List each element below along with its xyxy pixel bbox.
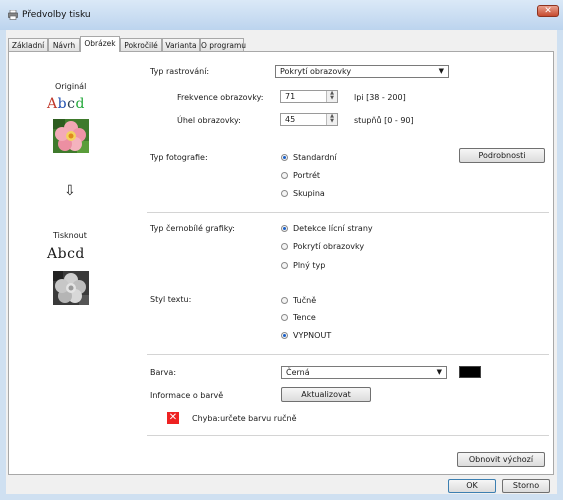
reset-defaults-button[interactable]: Obnovit výchozí — [457, 452, 545, 467]
text-style-radio[interactable] — [281, 314, 288, 321]
arrow-down-icon: ⇩ — [64, 183, 76, 199]
original-sample-text: Abcd — [47, 96, 85, 112]
frequency-stepper[interactable]: 71 ▲ ▼ — [280, 90, 338, 103]
chevron-down-icon: ▼ — [436, 368, 442, 376]
bw-graphics-option-label: Plný typ — [293, 261, 326, 270]
bw-graphics-radio[interactable] — [281, 243, 288, 250]
details-button[interactable]: Podrobnosti — [459, 148, 545, 163]
cancel-button[interactable]: Storno — [502, 479, 550, 493]
error-icon: ✕ — [167, 412, 179, 424]
text-style-option-label: Tence — [293, 313, 316, 322]
tab-varianta[interactable]: Varianta — [162, 38, 200, 51]
close-button[interactable]: ✕ — [537, 5, 559, 17]
divider — [147, 354, 549, 355]
chevron-down-icon: ▼ — [438, 67, 444, 75]
print-label: Tisknout — [53, 231, 87, 240]
tab-o-programu[interactable]: O programu — [200, 38, 246, 51]
photo-type-radio[interactable] — [281, 172, 288, 179]
bw-graphics-radio[interactable] — [281, 225, 288, 232]
title-bar: Předvolby tisku ✕ — [0, 0, 563, 30]
tab-obrazek[interactable]: Obrázek — [80, 36, 120, 52]
angle-stepper[interactable]: 45 ▲ ▼ — [280, 113, 338, 126]
text-style-option-label: VYPNOUT — [293, 331, 332, 340]
divider — [147, 435, 549, 436]
text-style-option-label: Tučně — [293, 296, 317, 305]
flower-color-image — [53, 119, 89, 153]
print-sample-text: Abcd — [47, 246, 85, 262]
bw-graphics-option-label: Detekce lícní strany — [293, 224, 373, 233]
frequency-label: Frekvence obrazovky: — [177, 93, 264, 102]
halftone-select[interactable]: Pokrytí obrazovky ▼ — [275, 65, 449, 78]
printer-icon — [8, 10, 18, 20]
photo-type-label: Typ fotografie: — [150, 153, 208, 162]
bw-graphics-label: Typ černobílé grafiky: — [150, 224, 235, 233]
tab-pokrocile[interactable]: Pokročilé — [120, 38, 162, 51]
angle-label: Úhel obrazovky: — [177, 116, 241, 125]
dialog-body: Základní Návrh Obrázek Pokročilé Variant… — [6, 30, 557, 494]
ok-button[interactable]: OK — [448, 479, 496, 493]
bw-graphics-option-label: Pokrytí obrazovky — [293, 242, 365, 251]
original-label: Originál — [55, 82, 87, 91]
photo-type-option-label: Portrét — [293, 171, 321, 180]
flower-grayscale-image — [53, 271, 89, 305]
bw-graphics-radio[interactable] — [281, 262, 288, 269]
window-title: Předvolby tisku — [22, 10, 91, 20]
spin-arrows-icon[interactable]: ▲ ▼ — [326, 91, 337, 102]
color-label: Barva: — [150, 368, 177, 377]
photo-type-radio[interactable] — [281, 190, 288, 197]
frequency-range: lpi [38 - 200] — [354, 93, 406, 102]
angle-range: stupňů [0 - 90] — [354, 116, 414, 125]
error-message: Chyba:určete barvu ručně — [192, 414, 297, 423]
photo-type-option-label: Skupina — [293, 189, 325, 198]
color-swatch — [459, 366, 481, 378]
photo-type-option-label: Standardní — [293, 153, 337, 162]
halftone-label: Typ rastrování: — [150, 67, 210, 76]
spin-arrows-icon[interactable]: ▲ ▼ — [326, 114, 337, 125]
image-settings-panel: Originál Abcd ⇩ Tisknout Abcd Typ rastro… — [8, 51, 554, 475]
color-info-label: Informace o barvě — [150, 391, 224, 400]
text-style-radio[interactable] — [281, 332, 288, 339]
color-select[interactable]: Černá ▼ — [281, 366, 447, 379]
text-style-radio[interactable] — [281, 297, 288, 304]
photo-type-radio[interactable] — [281, 154, 288, 161]
update-button[interactable]: Aktualizovat — [281, 387, 371, 402]
tab-zakladni[interactable]: Základní — [8, 38, 48, 51]
text-style-label: Styl textu: — [150, 295, 192, 304]
divider — [147, 212, 549, 213]
tab-navrh[interactable]: Návrh — [48, 38, 80, 51]
